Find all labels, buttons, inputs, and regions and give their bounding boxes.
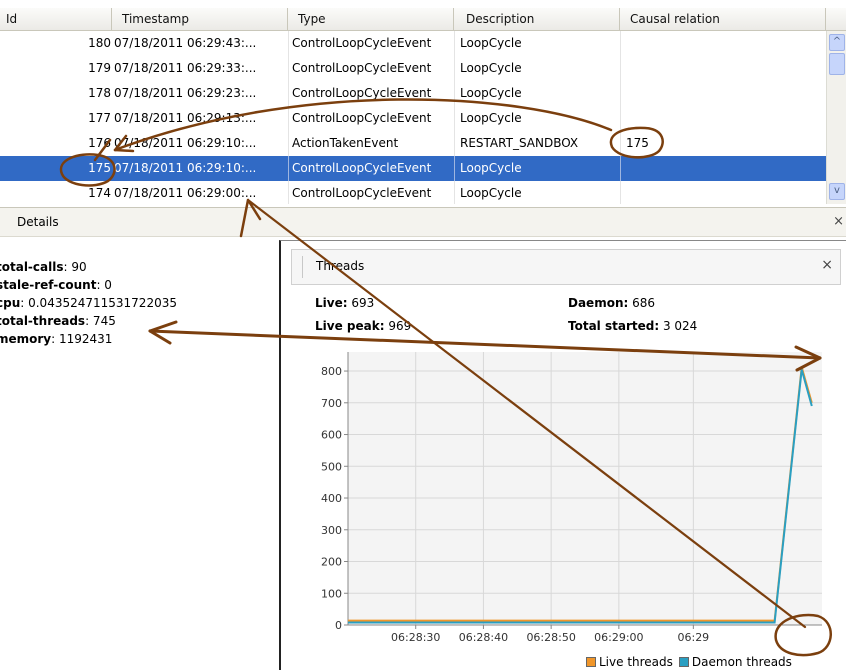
legend-item-daemon: Daemon threads <box>678 655 792 669</box>
y-tick-label: 0 <box>335 619 342 632</box>
threads-chart: 0 100 200 300 400 500 600 700 800 06:28:30 06:28:4… <box>321 352 822 644</box>
plot-background <box>348 352 822 625</box>
x-tick-label: 06:29 <box>677 631 709 644</box>
x-tick-label: 06:28:40 <box>459 631 508 644</box>
y-tick-label: 500 <box>321 460 342 473</box>
legend-label-live: Live threads <box>599 655 673 669</box>
y-tick-label: 100 <box>321 587 342 600</box>
legend-label-daemon: Daemon threads <box>691 655 792 669</box>
y-tick-label: 300 <box>321 524 342 537</box>
legend-item-live: Live threads <box>586 655 673 669</box>
y-tick-label: 700 <box>321 397 342 410</box>
daemon-threads-swatch <box>678 657 689 667</box>
y-tick-label: 200 <box>321 556 342 569</box>
x-tick-label: 06:28:50 <box>526 631 575 644</box>
x-tick-label: 06:28:30 <box>391 631 440 644</box>
y-tick-label: 600 <box>321 429 342 442</box>
y-tick-label: 800 <box>321 365 342 378</box>
y-tick-label: 400 <box>321 492 342 505</box>
x-tick-label: 06:29:00 <box>594 631 643 644</box>
live-threads-swatch <box>586 657 596 667</box>
chart-legend: Live threads Daemon threads <box>586 655 798 669</box>
